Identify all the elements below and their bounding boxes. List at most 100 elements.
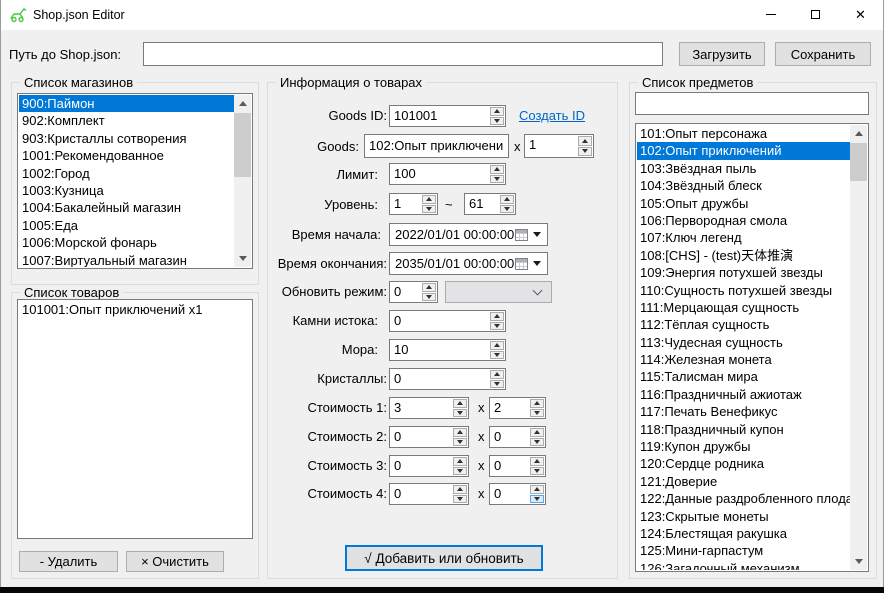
spin-up-icon[interactable]: [453, 457, 467, 466]
items-search-input[interactable]: [635, 92, 869, 115]
list-item[interactable]: 1007:Виртуальный магазин: [19, 252, 234, 267]
list-item[interactable]: 125:Мини-гарпастум: [637, 542, 850, 559]
spin-down-icon[interactable]: [530, 467, 544, 476]
list-item[interactable]: 124:Блестящая ракушка: [637, 525, 850, 542]
cost3-count-spinner[interactable]: 0: [489, 455, 546, 477]
mora-spinner[interactable]: 10: [389, 339, 506, 361]
spin-down-icon[interactable]: [422, 205, 436, 214]
spin-down-icon[interactable]: [578, 147, 592, 157]
spin-up-icon[interactable]: [500, 195, 514, 204]
spin-down-icon[interactable]: [490, 351, 504, 360]
spin-up-icon[interactable]: [453, 485, 467, 494]
cost3-item-spinner[interactable]: 0: [389, 455, 469, 477]
list-item[interactable]: 1002:Город: [19, 165, 234, 182]
cart-listbox[interactable]: 101001:Опыт приключений x1: [17, 299, 253, 539]
cost1-count-spinner[interactable]: 2: [489, 397, 546, 419]
load-button[interactable]: Загрузить: [679, 42, 765, 66]
list-item[interactable]: 112:Тёплая сущность: [637, 316, 850, 333]
scroll-down-icon[interactable]: [234, 250, 251, 267]
list-item[interactable]: 104:Звёздный блеск: [637, 177, 850, 194]
end-time-picker[interactable]: 2035/01/01 00:00:00: [389, 252, 548, 275]
list-item[interactable]: 106:Первородная смола: [637, 212, 850, 229]
spin-up-icon[interactable]: [578, 136, 592, 146]
list-item[interactable]: 123:Скрытые монеты: [637, 508, 850, 525]
goods-id-spinner[interactable]: 101001: [389, 105, 506, 127]
goods-count-spinner[interactable]: 1: [524, 134, 594, 158]
spin-down-icon[interactable]: [453, 495, 467, 504]
save-button[interactable]: Сохранить: [775, 42, 871, 66]
spin-down-icon[interactable]: [422, 293, 436, 302]
items-scroll-thumb[interactable]: [850, 143, 867, 181]
shops-listbox[interactable]: 900:Паймон902:Комплект903:Кристаллы сотв…: [17, 93, 253, 269]
spin-down-icon[interactable]: [530, 495, 544, 504]
spin-up-icon[interactable]: [490, 165, 504, 174]
goods-input[interactable]: 102:Опыт приключени: [364, 134, 509, 158]
spin-down-icon[interactable]: [490, 380, 504, 389]
spin-up-icon[interactable]: [490, 370, 504, 379]
scroll-up-icon[interactable]: [850, 125, 867, 142]
list-item[interactable]: 116:Праздничный ажиотаж: [637, 386, 850, 403]
maximize-button[interactable]: [793, 0, 838, 29]
scroll-down-icon[interactable]: [850, 553, 867, 570]
spin-up-icon[interactable]: [490, 312, 504, 321]
items-listbox[interactable]: 101:Опыт персонажа102:Опыт приключений10…: [635, 123, 869, 572]
list-item[interactable]: 107:Ключ легенд: [637, 229, 850, 246]
crystal-spinner[interactable]: 0: [389, 368, 506, 390]
list-item[interactable]: 1003:Кузница: [19, 182, 234, 199]
spin-up-icon[interactable]: [490, 341, 504, 350]
scroll-up-icon[interactable]: [234, 95, 251, 112]
cost2-item-spinner[interactable]: 0: [389, 426, 469, 448]
list-item[interactable]: 117:Печать Венефикус: [637, 403, 850, 420]
spin-down-icon[interactable]: [453, 467, 467, 476]
list-item[interactable]: 903:Кристаллы сотворения: [19, 130, 234, 147]
spin-down-icon[interactable]: [453, 409, 467, 418]
list-item[interactable]: 114:Железная монета: [637, 351, 850, 368]
close-button[interactable]: ✕: [838, 0, 883, 29]
list-item[interactable]: 1004:Бакалейный магазин: [19, 199, 234, 216]
shops-scroll-thumb[interactable]: [234, 113, 251, 177]
list-item[interactable]: 900:Паймон: [19, 95, 234, 112]
limit-spinner[interactable]: 100: [389, 163, 506, 185]
list-item[interactable]: 108:[CHS] - (test)天体推演: [637, 247, 850, 264]
list-item[interactable]: 118:Праздничный купон: [637, 421, 850, 438]
list-item[interactable]: 121:Доверие: [637, 473, 850, 490]
minimize-button[interactable]: [748, 0, 793, 29]
spin-up-icon[interactable]: [490, 107, 504, 116]
add-or-update-button[interactable]: √ Добавить или обновить: [345, 545, 543, 571]
list-item[interactable]: 102:Опыт приключений: [637, 142, 850, 159]
list-item[interactable]: 111:Мерцающая сущность: [637, 299, 850, 316]
list-item[interactable]: 119:Купон дружбы: [637, 438, 850, 455]
list-item[interactable]: 113:Чудесная сущность: [637, 334, 850, 351]
spin-down-icon[interactable]: [490, 322, 504, 331]
list-item[interactable]: 101:Опыт персонажа: [637, 125, 850, 142]
spin-up-icon[interactable]: [422, 283, 436, 292]
begin-time-picker[interactable]: 2022/01/01 00:00:00: [389, 223, 548, 246]
cost4-count-spinner[interactable]: 0: [489, 483, 546, 505]
spin-down-icon[interactable]: [453, 438, 467, 447]
spin-down-icon[interactable]: [500, 205, 514, 214]
spin-up-icon[interactable]: [530, 428, 544, 437]
hcoin-spinner[interactable]: 0: [389, 310, 506, 332]
list-item[interactable]: 1006:Морской фонарь: [19, 234, 234, 251]
path-input[interactable]: [143, 42, 663, 66]
cost4-item-spinner[interactable]: 0: [389, 483, 469, 505]
spin-down-icon[interactable]: [490, 117, 504, 126]
clear-button[interactable]: × Очистить: [126, 551, 224, 572]
spin-up-icon[interactable]: [453, 428, 467, 437]
level-min-spinner[interactable]: 1: [389, 193, 438, 215]
spin-up-icon[interactable]: [530, 485, 544, 494]
cost1-item-spinner[interactable]: 3: [389, 397, 469, 419]
spin-up-icon[interactable]: [530, 457, 544, 466]
refresh-mode-combobox[interactable]: [445, 281, 552, 303]
spin-down-icon[interactable]: [530, 409, 544, 418]
spin-up-icon[interactable]: [453, 399, 467, 408]
dropdown-arrow-icon[interactable]: [533, 261, 541, 266]
list-item[interactable]: 110:Сущность потухшей звезды: [637, 282, 850, 299]
list-item[interactable]: 902:Комплект: [19, 112, 234, 129]
refresh-mode-spinner[interactable]: 0: [389, 281, 438, 303]
list-item[interactable]: 1001:Рекомендованное: [19, 147, 234, 164]
list-item[interactable]: 101001:Опыт приключений x1: [19, 301, 251, 318]
list-item[interactable]: 103:Звёздная пыль: [637, 160, 850, 177]
items-scrollbar[interactable]: [850, 125, 867, 570]
spin-up-icon[interactable]: [422, 195, 436, 204]
